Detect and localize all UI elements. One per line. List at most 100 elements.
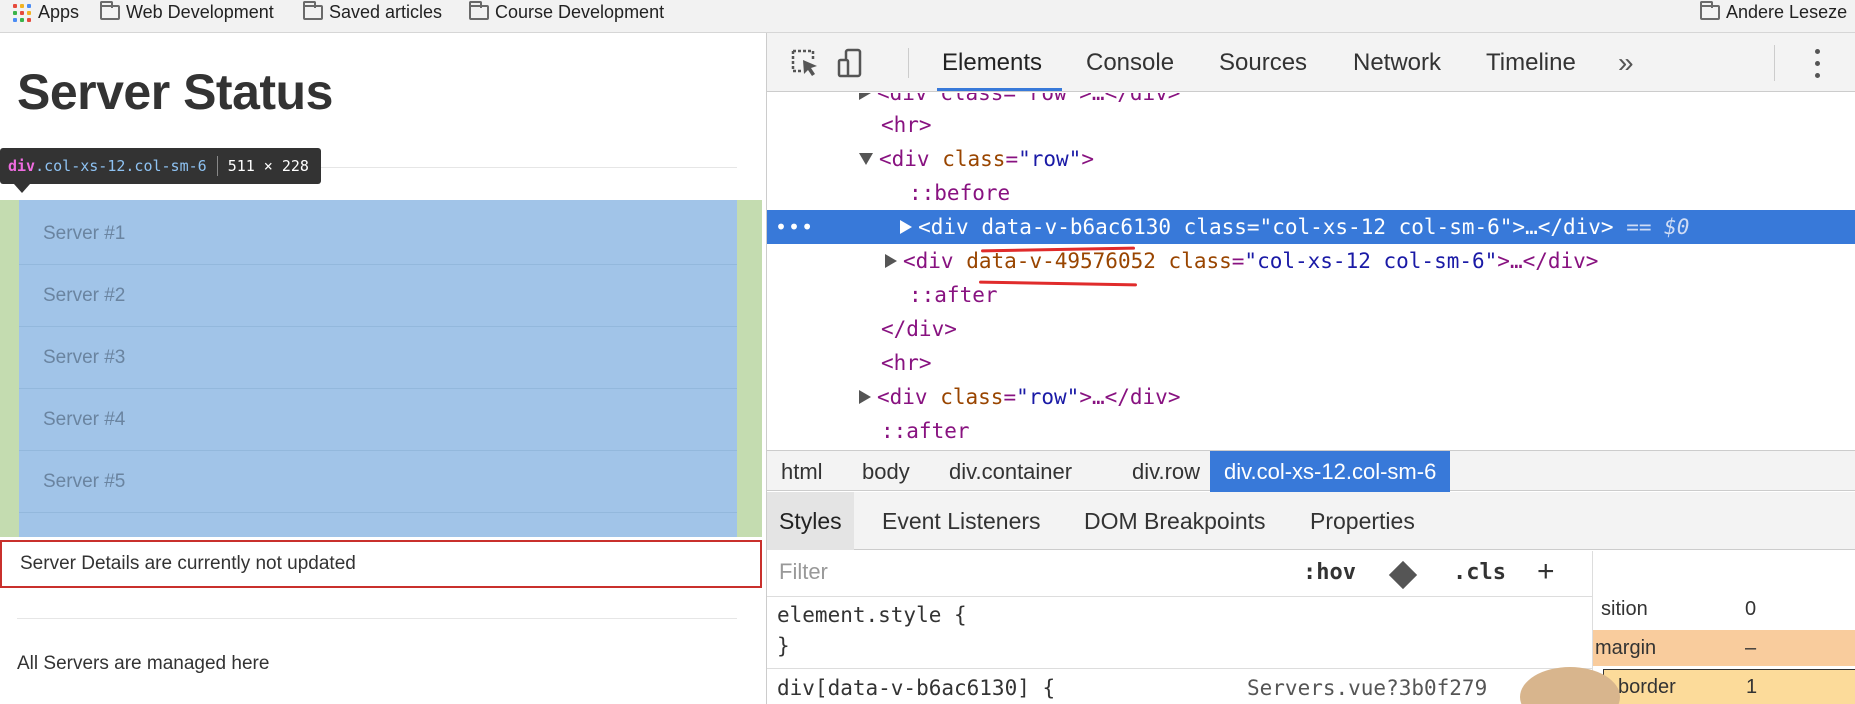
dom-text: >…</div> [1512, 215, 1614, 239]
styles-filter-bar: Filter :hov .cls + [767, 551, 1592, 597]
bookmark-saved-articles[interactable]: Saved articles [303, 0, 442, 25]
border-value[interactable]: 1 [1746, 676, 1757, 699]
dom-attr: class [1168, 249, 1232, 273]
position-value[interactable]: 0 [1745, 598, 1756, 621]
styles-filter-input[interactable]: Filter [779, 559, 828, 585]
breadcrumb-selected[interactable]: div.col-xs-12.col-sm-6 [1210, 451, 1451, 492]
tab-console[interactable]: Console [1086, 33, 1174, 92]
server-list-item[interactable]: Server #3 [19, 327, 737, 389]
bookmark-label: Web Development [126, 2, 274, 22]
bookmark-label: Course Development [495, 2, 665, 22]
tab-event-listeners[interactable]: Event Listeners [870, 492, 1053, 550]
tooltip-dimensions: 511 × 228 [227, 157, 309, 175]
dom-node[interactable]: ::after [767, 278, 1855, 312]
more-options-icon[interactable]: ••• [775, 215, 814, 239]
breadcrumb-html[interactable]: html [767, 451, 837, 492]
dom-node[interactable]: <hr> [767, 108, 1855, 142]
dom-attr: class [1183, 215, 1247, 239]
toolbar-separator [1774, 45, 1775, 81]
bookmark-label: Saved articles [329, 2, 443, 22]
kebab-menu-icon[interactable] [1813, 49, 1821, 79]
server-list-item[interactable]: Server #2 [19, 265, 737, 327]
tooltip-separator [216, 156, 218, 176]
expand-triangle-icon[interactable] [885, 254, 897, 268]
devtools-panel: Elements Console Sources Network Timelin… [766, 33, 1855, 704]
dom-text: <hr> [881, 351, 932, 375]
breadcrumb-body[interactable]: body [848, 451, 924, 492]
breadcrumb-container[interactable]: div.container [935, 451, 1086, 492]
element-inspect-tooltip: div .col-xs-12.col-sm-6 511 × 228 [0, 148, 321, 184]
expand-triangle-icon[interactable] [900, 220, 913, 234]
bookmark-apps[interactable]: Apps [13, 0, 79, 25]
dom-node[interactable]: </div> [767, 312, 1855, 346]
dom-text: <div class="row">…</div> [877, 93, 1181, 105]
styles-tabbar: Styles Event Listeners DOM Breakpoints P… [767, 492, 1855, 550]
paint-icon[interactable] [1388, 560, 1418, 590]
server-list-item[interactable]: Server #1 [19, 203, 737, 265]
border-row: border 1 [1603, 669, 1855, 704]
inspect-element-icon[interactable] [789, 47, 821, 79]
devtools-toolbar: Elements Console Sources Network Timelin… [767, 33, 1855, 92]
tab-styles[interactable]: Styles [767, 492, 854, 550]
dom-text: </div> [881, 317, 957, 341]
dom-node[interactable]: <div class="row">…</div> [767, 380, 1855, 414]
tooltip-classes: .col-xs-12.col-sm-6 [35, 157, 207, 175]
dom-node[interactable]: ::before [767, 176, 1855, 210]
expand-triangle-icon[interactable] [859, 390, 871, 404]
folder-icon [1700, 1, 1720, 20]
tab-network[interactable]: Network [1353, 33, 1441, 92]
tab-elements[interactable]: Elements [942, 33, 1042, 92]
rule-source-link[interactable]: Servers.vue?3b0f279 [1247, 676, 1487, 700]
rule-selector[interactable]: div[data-v-b6ac6130] { [777, 676, 1055, 700]
expand-triangle-icon[interactable] [859, 93, 871, 100]
dom-node[interactable]: <hr> [767, 346, 1855, 380]
folder-icon [100, 1, 120, 20]
tab-sources[interactable]: Sources [1219, 33, 1307, 92]
rule-selector[interactable]: element.style { [777, 603, 967, 627]
bookmark-web-development[interactable]: Web Development [100, 0, 274, 25]
bookmark-label: Andere Leseze [1726, 2, 1848, 22]
collapse-triangle-icon[interactable] [859, 153, 873, 165]
box-model-panel: sition 0 margin – border 1 [1592, 551, 1855, 704]
dom-text: <hr> [881, 113, 932, 137]
add-rule-icon[interactable]: + [1537, 555, 1555, 589]
dom-node-selected[interactable]: ••• <div data-v-b6ac6130 class = "col-xs-1… [767, 210, 1855, 244]
server-list-item[interactable]: Server #5 [19, 451, 737, 513]
margin-label: margin [1595, 636, 1657, 659]
border-label: border [1618, 675, 1676, 698]
dom-tag: <div [877, 385, 928, 409]
page-title: Server Status [17, 64, 333, 120]
server-list-item[interactable]: Server #4 [19, 389, 737, 451]
pseudo-element: ::before [909, 181, 1011, 205]
console-ref: == $0 [1626, 215, 1690, 239]
active-tab-indicator [937, 88, 1062, 91]
device-toolbar-icon[interactable] [835, 47, 867, 79]
breadcrumb-row[interactable]: div.row [1118, 451, 1214, 492]
tab-timeline[interactable]: Timeline [1486, 33, 1576, 92]
server-details-message: Server Details are currently not updated [0, 540, 762, 588]
tooltip-arrow [14, 184, 30, 193]
dom-attr: data-v-49576052 [966, 249, 1156, 273]
more-tabs-icon[interactable]: » [1618, 33, 1634, 92]
tab-properties[interactable]: Properties [1298, 492, 1427, 550]
dom-attr-value: "row" [1018, 147, 1082, 171]
dom-attr: class [940, 385, 1004, 409]
bookmark-apps-label: Apps [38, 2, 80, 22]
class-toggle[interactable]: .cls [1453, 560, 1506, 585]
margin-value[interactable]: – [1745, 637, 1756, 660]
toolbar-separator [908, 48, 909, 78]
hover-state-toggle[interactable]: :hov [1303, 560, 1356, 585]
dom-node[interactable]: ::after [767, 414, 1855, 448]
footer-text: All Servers are managed here [17, 653, 270, 674]
dom-node[interactable]: <div data-v-49576052 class = "col-xs-12 co… [767, 244, 1855, 278]
apps-grid-icon [13, 3, 31, 22]
tab-dom-breakpoints[interactable]: DOM Breakpoints [1072, 492, 1278, 550]
pseudo-element: ::after [909, 283, 998, 307]
bookmark-other[interactable]: Andere Leseze [1700, 0, 1847, 25]
divider [17, 618, 737, 619]
dom-attr-value: "col-xs-12 col-sm-6" [1244, 249, 1498, 273]
dom-node[interactable]: <div class = "row" > [767, 142, 1855, 176]
bookmark-course-development[interactable]: Course Development [469, 0, 664, 25]
divider [767, 668, 1592, 669]
dom-text: >…</div> [1079, 385, 1181, 409]
